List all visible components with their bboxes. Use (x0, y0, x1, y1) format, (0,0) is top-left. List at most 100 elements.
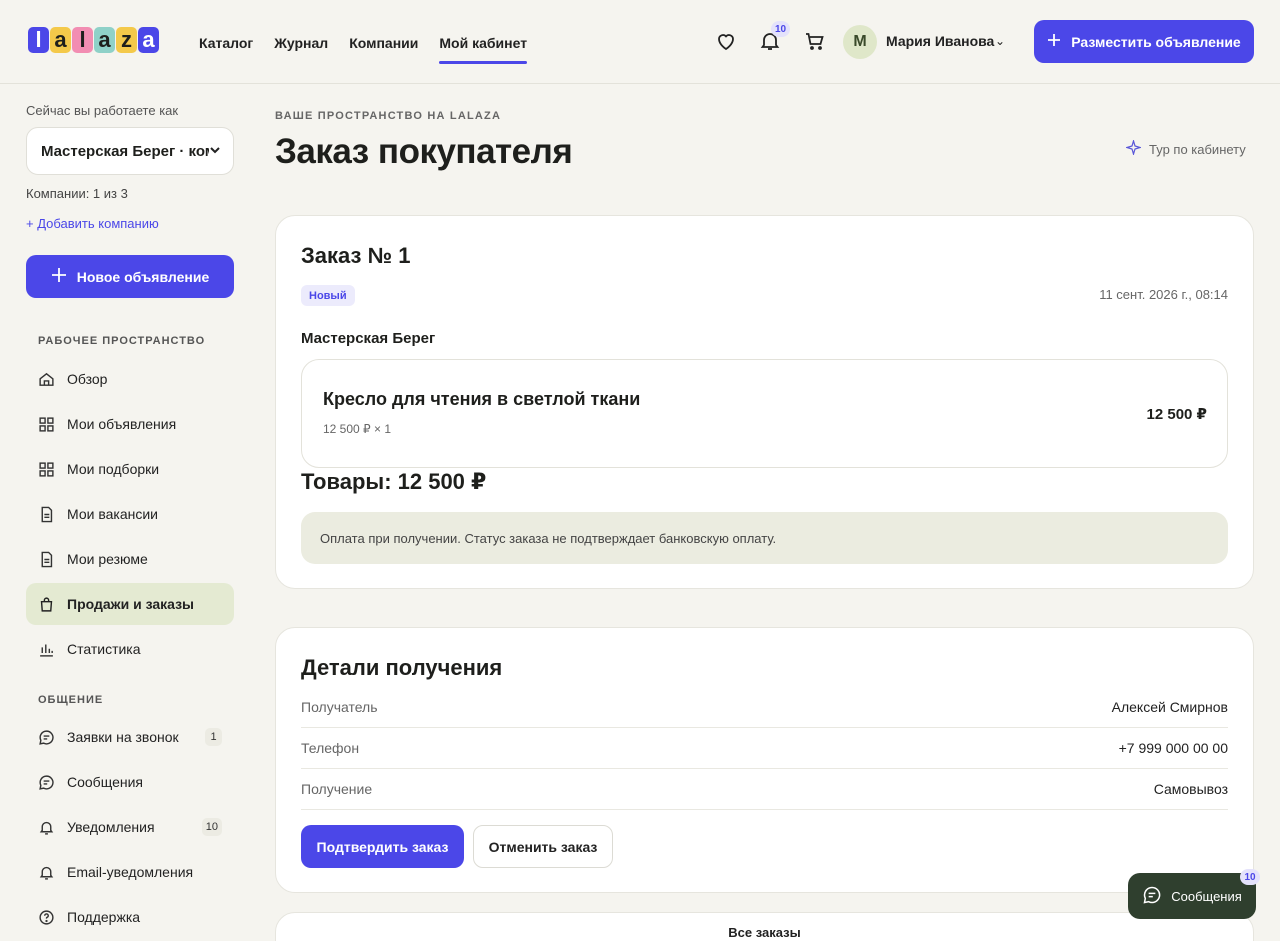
all-orders-link[interactable]: Все заказы (276, 925, 1253, 940)
detail-value: +7 999 000 00 00 (1118, 740, 1228, 756)
sidebar: Сейчас вы работаете как Мастерская Берег… (0, 84, 256, 941)
sidebar-item-label: Продажи и заказы (67, 596, 195, 612)
grid-icon (38, 461, 55, 478)
sidebar-item-my-ads[interactable]: Мои объявления (26, 403, 234, 445)
order-card: Заказ № 1 Новый 11 сент. 2026 г., 08:14 … (275, 215, 1254, 589)
count-badge: 1 (205, 728, 222, 746)
document-icon (38, 551, 55, 568)
grid-icon (38, 416, 55, 433)
bar-chart-icon (38, 641, 55, 658)
sidebar-item-support[interactable]: Поддержка (26, 896, 234, 938)
post-ad-button[interactable]: Разместить объявление (1034, 20, 1254, 63)
top-header: l a l a z a Каталог Журнал Компании Мой … (0, 0, 1280, 84)
nav-companies[interactable]: Компании (349, 0, 418, 84)
order-title: Заказ № 1 (301, 243, 411, 268)
help-icon (38, 909, 55, 926)
item-price: 12 500 ₽ (1146, 406, 1207, 423)
sidebar-item-messages[interactable]: Сообщения (26, 761, 234, 803)
new-ad-label: Новое объявление (76, 268, 210, 285)
order-item: Кресло для чтения в светлой ткани 12 500… (301, 359, 1228, 468)
sidebar-item-label: Обзор (67, 371, 108, 387)
logo-letter: a (50, 27, 71, 53)
sidebar-item-my-resumes[interactable]: Мои резюме (26, 538, 234, 580)
detail-key: Получатель (301, 699, 378, 715)
sidebar-item-label: Статистика (67, 641, 141, 657)
bell-icon (38, 864, 55, 881)
heart-icon[interactable] (714, 29, 738, 53)
logo-letter: l (28, 27, 49, 53)
document-icon (38, 506, 55, 523)
item-title[interactable]: Кресло для чтения в светлой ткани (323, 389, 640, 410)
sidebar-item-notifications[interactable]: Уведомления 10 (26, 806, 234, 848)
page-eyebrow: ВАШЕ ПРОСТРАНСТВО НА LALAZA (275, 110, 502, 122)
company-select[interactable]: Мастерская Берег · ком (26, 127, 234, 175)
logo-letter: z (116, 27, 137, 53)
sidebar-item-label: Мои вакансии (67, 506, 158, 522)
new-ad-button[interactable]: Новое объявление (26, 255, 234, 298)
shopping-bag-icon (38, 596, 55, 613)
chevron-down-icon (209, 143, 221, 160)
detail-row-delivery: Получение Самовывоз (301, 769, 1228, 810)
sidebar-item-label: Заявки на звонок (67, 729, 179, 745)
sidebar-item-label: Поддержка (67, 909, 141, 925)
detail-key: Получение (301, 781, 373, 797)
nav-catalog[interactable]: Каталог (199, 0, 253, 84)
tour-link-label: Тур по кабинету (1149, 141, 1246, 157)
count-badge: 10 (201, 818, 222, 836)
status-badge: Новый (301, 285, 355, 306)
confirm-order-button[interactable]: Подтвердить заказ (301, 825, 464, 868)
sidebar-item-my-vacancies[interactable]: Мои вакансии (26, 493, 234, 535)
chat-icon (38, 729, 55, 746)
nav-journal[interactable]: Журнал (274, 0, 328, 84)
workspace-section-title: РАБОЧЕЕ ПРОСТРАНСТВО (38, 335, 206, 347)
cart-icon[interactable] (803, 29, 827, 53)
sidebar-item-statistics[interactable]: Статистика (26, 628, 234, 670)
chat-icon (38, 774, 55, 791)
sidebar-item-overview[interactable]: Обзор (26, 358, 234, 400)
lalaza-logo[interactable]: l a l a z a (28, 27, 159, 53)
detail-key: Телефон (301, 740, 360, 756)
logo-letter: a (94, 27, 115, 53)
sidebar-item-label: Сообщения (67, 774, 143, 790)
tour-link[interactable]: Тур по кабинету (1124, 138, 1246, 158)
cancel-order-button[interactable]: Отменить заказ (473, 825, 613, 868)
company-count: Компании: 1 из 3 (26, 186, 128, 201)
user-name[interactable]: Мария Иванова (886, 33, 994, 49)
messages-fab-badge: 10 (1240, 869, 1260, 885)
logo-letter: l (72, 27, 93, 53)
page-title: Заказ покупателя (275, 132, 573, 171)
chevron-down-icon[interactable]: ⌄ (995, 34, 1005, 48)
sidebar-item-label: Мои резюме (67, 551, 148, 567)
messages-fab-label: Сообщения (1171, 888, 1242, 904)
item-unit-price: 12 500 ₽ × 1 (323, 422, 392, 436)
communication-section-title: ОБЩЕНИЕ (38, 694, 104, 706)
detail-value: Самовывоз (1153, 781, 1228, 797)
notifications-badge: 10 (771, 21, 791, 37)
avatar[interactable]: М (843, 25, 877, 59)
company-select-value: Мастерская Берег · ком (41, 142, 209, 160)
sparkle-icon (1124, 138, 1143, 158)
delivery-details-card: Детали получения Получатель Алексей Смир… (275, 627, 1254, 893)
chat-icon (1142, 885, 1162, 908)
nav-my-cabinet[interactable]: Мой кабинет (439, 0, 527, 84)
sidebar-item-email-notifications[interactable]: Email-уведомления (26, 851, 234, 893)
order-total: Товары: 12 500 ₽ (301, 469, 487, 494)
plus-icon (51, 267, 67, 286)
sidebar-item-label: Email-уведомления (67, 864, 194, 880)
sidebar-item-sales-orders[interactable]: Продажи и заказы (26, 583, 234, 625)
messages-fab[interactable]: Сообщения (1128, 873, 1256, 919)
shop-name: Мастерская Берег (301, 330, 436, 347)
payment-notice: Оплата при получении. Статус заказа не п… (301, 512, 1228, 564)
logo-letter: a (138, 27, 159, 53)
add-company-link[interactable]: + Добавить компанию (26, 216, 159, 231)
sidebar-item-label: Мои объявления (67, 416, 177, 432)
detail-value: Алексей Смирнов (1111, 699, 1228, 715)
all-orders-card[interactable]: Все заказы (275, 912, 1254, 941)
sidebar-item-label: Уведомления (67, 819, 155, 835)
working-as-label: Сейчас вы работаете как (26, 103, 179, 118)
main-nav: Каталог Журнал Компании Мой кабинет (199, 0, 527, 84)
sidebar-item-my-collections[interactable]: Мои подборки (26, 448, 234, 490)
home-icon (38, 371, 55, 388)
sidebar-item-call-requests[interactable]: Заявки на звонок 1 (26, 716, 234, 758)
sidebar-item-label: Мои подборки (67, 461, 160, 477)
